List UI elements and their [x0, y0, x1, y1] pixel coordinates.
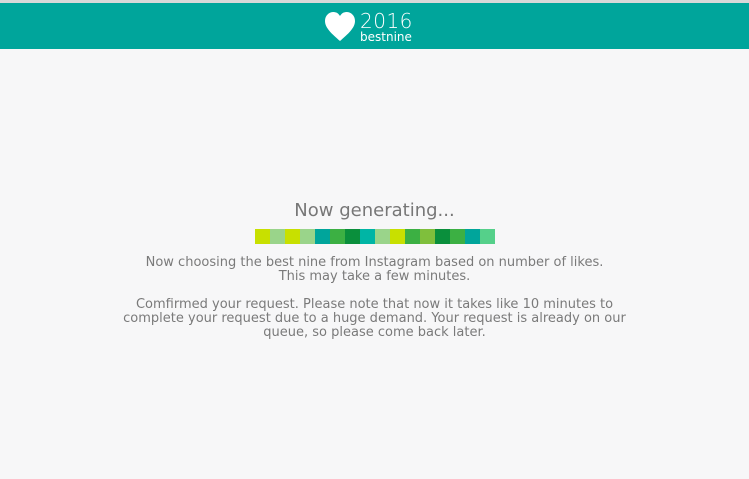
progress-cell: [404, 229, 420, 244]
progress-bar: [0, 229, 749, 244]
logo-brand: bestnine: [360, 30, 412, 44]
progress-cell: [269, 229, 285, 244]
queue-notice-line: queue, so please come back later.: [263, 325, 486, 340]
progress-cell: [329, 229, 345, 244]
progress-cell: [464, 229, 480, 244]
progress-cell: [299, 229, 315, 244]
progress-cell: [434, 229, 450, 244]
progress-cell: [449, 229, 465, 244]
progress-cell: [314, 229, 330, 244]
progress-cell: [479, 229, 495, 244]
status-title: Now generating...: [294, 200, 455, 221]
status-panel: Now generating... Now choosing the best …: [0, 199, 749, 340]
header-bar: 2016 bestnine: [0, 3, 749, 49]
progress-cell: [254, 229, 270, 244]
queue-notice-line: Comfirmed your request. Please note that…: [135, 297, 614, 312]
progress-cell: [359, 229, 375, 244]
queue-notice-line: complete your request due to a huge dema…: [123, 311, 626, 326]
bestnine-logo[interactable]: 2016 bestnine: [324, 9, 424, 45]
page: 2016 bestnine Now generating... Now choo…: [0, 0, 749, 479]
progress-cell: [374, 229, 390, 244]
status-message: Now choosing the best nine from Instagra…: [115, 256, 635, 284]
progress-cell: [389, 229, 405, 244]
heart-icon: [325, 12, 355, 41]
status-message-line: This may take a few minutes.: [278, 269, 471, 284]
progress-cell: [344, 229, 360, 244]
queue-notice: Comfirmed your request. Please note that…: [95, 298, 655, 340]
progress-cell: [419, 229, 435, 244]
progress-cell: [284, 229, 300, 244]
status-message-line: Now choosing the best nine from Instagra…: [145, 255, 604, 270]
